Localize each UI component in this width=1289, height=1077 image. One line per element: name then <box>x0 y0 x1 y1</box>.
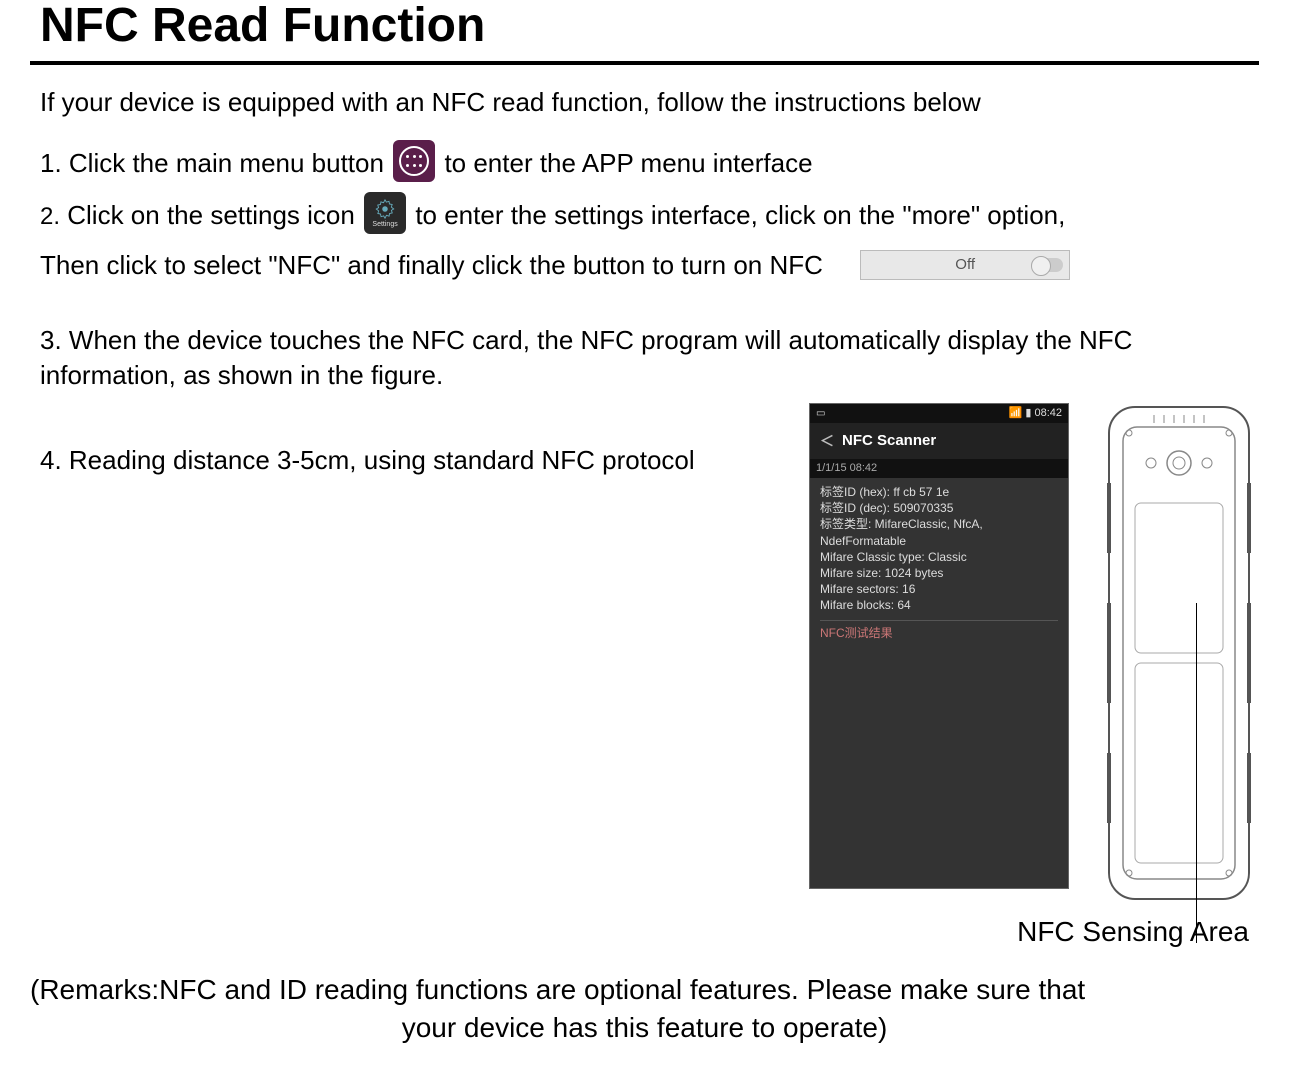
scan-line: 标签ID (hex): ff cb 57 1e <box>820 484 1058 500</box>
nfc-scanner-screenshot: ▭ 📶 ▮ 08:42 ＜ NFC Scanner 1/1/15 08:42 标… <box>809 403 1069 889</box>
nfc-toggle[interactable]: Off <box>860 250 1070 280</box>
scan-line: 标签类型: MifareClassic, NfcA, <box>820 516 1058 532</box>
step-2-line1: 2. Click on the settings icon Settings t… <box>40 196 1259 238</box>
status-time: 08:42 <box>1034 407 1062 419</box>
page-title: NFC Read Function <box>40 0 1259 53</box>
intro-text: If your device is equipped with an NFC r… <box>40 85 1259 120</box>
nfc-toggle-label: Off <box>955 255 975 275</box>
pointer-line <box>1196 603 1197 943</box>
status-right: 📶 ▮ 08:42 <box>1009 406 1062 421</box>
step-1-text-b: to enter the APP menu interface <box>444 148 812 178</box>
scan-body: 标签ID (hex): ff cb 57 1e 标签ID (dec): 5090… <box>810 478 1068 658</box>
scan-line: Mifare Classic type: Classic <box>820 549 1058 565</box>
status-doc-icon: ▭ <box>816 407 825 421</box>
remarks-line-2: your device has this feature to operate) <box>402 1012 888 1043</box>
scan-line: Mifare sectors: 16 <box>820 581 1058 597</box>
scan-date: 1/1/15 08:42 <box>810 459 1068 478</box>
signal-icon: 📶 <box>1009 407 1023 419</box>
back-icon: ＜ <box>820 432 834 451</box>
title-rule <box>30 61 1259 65</box>
scan-line: 标签ID (dec): 509070335 <box>820 500 1058 516</box>
battery-icon: ▮ <box>1025 407 1031 419</box>
remarks: (Remarks:NFC and ID reading functions ar… <box>30 971 1259 1047</box>
sensing-area-label: NFC Sensing Area <box>40 913 1259 951</box>
step-3: 3. When the device touches the NFC card,… <box>40 323 1259 393</box>
toggle-knob-icon <box>1031 258 1063 272</box>
step-4: 4. Reading distance 3-5cm, using standar… <box>40 443 785 478</box>
step-2-text-c: Then click to select "NFC" and finally c… <box>40 250 823 280</box>
step-2-number: 2. <box>40 203 60 230</box>
scan-line: NdefFormatable <box>820 533 1058 549</box>
step-2-text-b: to enter the settings interface, click o… <box>415 200 1065 230</box>
settings-icon-label: Settings <box>372 221 397 228</box>
scan-line: Mifare blocks: 64 <box>820 597 1058 613</box>
settings-icon: Settings <box>364 192 406 234</box>
step-2-text-a: Click on the settings icon <box>67 200 355 230</box>
step-2-line2: Then click to select "NFC" and finally c… <box>40 248 1259 283</box>
app-title: NFC Scanner <box>842 431 936 451</box>
step-1-text-a: 1. Click the main menu button <box>40 148 384 178</box>
device-outline <box>1099 403 1259 903</box>
scan-section: NFC测试结果 <box>820 620 1058 645</box>
scan-line: Mifare size: 1024 bytes <box>820 565 1058 581</box>
remarks-line-1: (Remarks:NFC and ID reading functions ar… <box>30 971 1259 1009</box>
main-menu-icon <box>393 140 435 182</box>
step-1: 1. Click the main menu button to enter t… <box>40 144 1259 186</box>
